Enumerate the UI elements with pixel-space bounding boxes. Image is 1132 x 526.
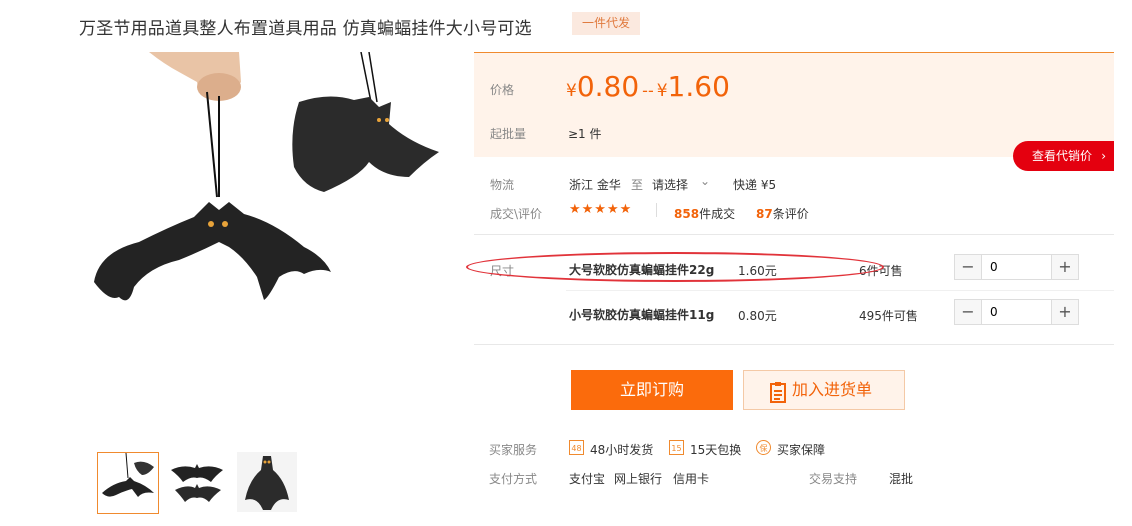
main-product-image <box>79 52 459 382</box>
payment-alipay: 支付宝 <box>569 472 606 486</box>
destination-select[interactable]: 请选择 <box>652 176 688 193</box>
add-to-cart-button[interactable]: 加入进货单 <box>743 370 905 410</box>
logistics-origin: 浙江 金华 <box>569 178 621 192</box>
price-separator: -- <box>642 81 654 100</box>
services-label: 买家服务 <box>489 443 538 457</box>
add-to-cart-label: 加入进货单 <box>792 380 873 399</box>
deal-count: 858 <box>674 207 700 221</box>
sku-stock: 495件可售 <box>859 307 918 324</box>
review-count-text[interactable]: 87条评价 <box>756 205 809 222</box>
thumbnail-2[interactable] <box>167 452 227 512</box>
price-high: 1.60 <box>667 70 730 103</box>
dropship-tag[interactable]: 一件代发 <box>572 12 640 35</box>
thumbnail-3[interactable] <box>237 452 297 512</box>
chevron-right-icon: › <box>1101 149 1106 163</box>
chevron-down-icon[interactable]: ⌄ <box>700 174 710 188</box>
plus-button[interactable]: + <box>1051 300 1078 324</box>
divider <box>474 234 1114 235</box>
deal-count-text[interactable]: 858件成交 <box>674 205 735 222</box>
payment-credit-card: 信用卡 <box>673 472 710 486</box>
logistics-label: 物流 <box>490 178 515 192</box>
rating-stars: ★★★★★ <box>569 202 633 217</box>
service-48h[interactable]: 48小时发货 <box>590 441 653 458</box>
bat-photo <box>94 52 439 301</box>
sku-stock-suffix: 件可售 <box>881 309 918 323</box>
divider <box>474 344 1114 345</box>
price-range: ¥0.80 -- ¥1.60 <box>566 70 730 103</box>
quantity-stepper: − + <box>954 254 1079 280</box>
payment-label: 支付方式 <box>489 472 538 486</box>
separator <box>656 203 657 217</box>
review-count: 87 <box>756 207 773 221</box>
sku-stock-count: 495 <box>859 309 882 323</box>
buy-now-button[interactable]: 立即订购 <box>571 370 733 410</box>
sku-name: 小号软胶仿真蝙蝠挂件11g <box>569 308 715 322</box>
service-protection[interactable]: 买家保障 <box>777 441 825 458</box>
clipboard-icon <box>770 379 786 417</box>
service-15day[interactable]: 15天包换 <box>690 441 741 458</box>
plus-button[interactable]: + <box>1051 255 1078 279</box>
quantity-input[interactable] <box>982 300 1052 324</box>
moq-value: ≥1 件 <box>568 127 602 141</box>
trade-support-label: 交易支持 <box>809 472 858 486</box>
48h-shipping-icon: 48 <box>569 440 584 455</box>
agent-button-label: 查看代销价 <box>1032 149 1093 163</box>
payment-online-bank: 网上银行 <box>614 472 663 486</box>
moq-label: 起批量 <box>490 127 527 141</box>
15day-exchange-icon: 15 <box>669 440 684 455</box>
currency-symbol: ¥ <box>656 81 668 101</box>
currency-symbol: ¥ <box>566 81 577 101</box>
review-suffix: 条评价 <box>772 207 809 221</box>
quantity-input[interactable] <box>982 255 1052 279</box>
thumbnail-1[interactable] <box>97 452 159 514</box>
view-agent-price-button[interactable]: 查看代销价 › <box>1013 141 1114 171</box>
logistics-to: 至 <box>631 178 644 192</box>
sku-price: 0.80元 <box>738 309 777 323</box>
trade-support-value: 混批 <box>889 472 914 486</box>
product-title: 万圣节用品道具整人布置道具用品 仿真蝙蝠挂件大小号可选 <box>79 19 532 39</box>
quantity-stepper: − + <box>954 299 1079 325</box>
price-label: 价格 <box>490 83 515 97</box>
deal-suffix: 件成交 <box>699 207 736 221</box>
minus-button[interactable]: − <box>955 255 982 279</box>
price-low: 0.80 <box>576 70 640 103</box>
minus-button[interactable]: − <box>955 300 982 324</box>
deals-label: 成交\评价 <box>490 207 543 221</box>
divider <box>566 290 1114 291</box>
buyer-protection-icon: 保 <box>756 440 771 455</box>
annotation-ellipse <box>466 252 884 282</box>
shipping-fee: 快递 ¥5 <box>733 178 777 192</box>
